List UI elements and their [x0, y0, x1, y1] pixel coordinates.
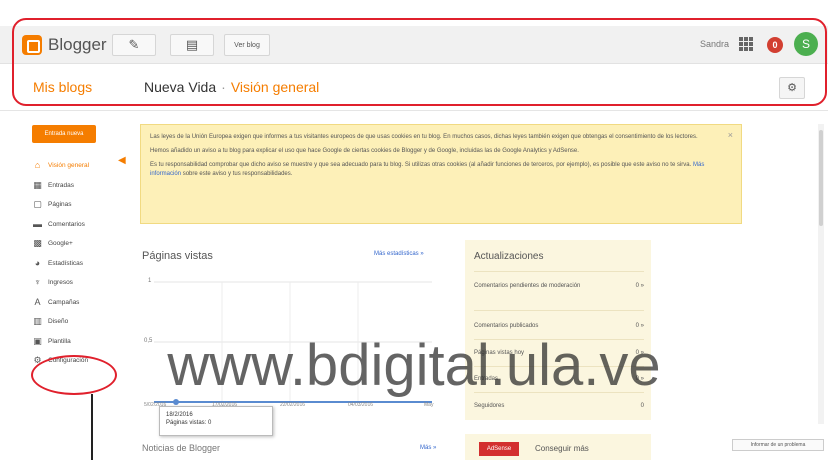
sidebar-item-label: Estadísticas	[48, 259, 84, 267]
sidebar-item-pages[interactable]: ▢ Páginas	[32, 195, 132, 215]
page-title: Visión general	[230, 79, 320, 95]
pencil-icon: ✎	[128, 37, 140, 52]
new-entry-button[interactable]: Entrada nueva	[32, 125, 96, 143]
avatar[interactable]: S	[794, 32, 818, 56]
document-icon: ▤	[185, 37, 199, 52]
new-post-button[interactable]: ✎	[112, 34, 156, 56]
cookie-notice: × Las leyes de la Unión Europea exigen q…	[140, 124, 742, 224]
gear-icon[interactable]: ⚙	[779, 77, 805, 99]
user-name[interactable]: Sandra	[700, 39, 729, 49]
sidebar-item-label: Comentarios	[48, 220, 85, 228]
posts-list-button[interactable]: ▤	[170, 34, 214, 56]
x-tick-label: May	[424, 402, 434, 408]
sidebar-item-google-plus[interactable]: ▩ Google+	[32, 234, 132, 254]
breadcrumb-separator: ·	[221, 79, 226, 95]
chart-tooltip: 18/2/2016 Páginas vistas: 0	[159, 406, 273, 436]
campaigns-icon: A	[34, 296, 41, 307]
updates-title: Actualizaciones	[474, 251, 544, 262]
view-blog-button[interactable]: Ver blog	[224, 34, 270, 56]
updates-row[interactable]: Comentarios pendientes de moderación 0 »	[474, 282, 644, 290]
sidebar-item-label: Entradas	[48, 181, 75, 189]
x-tick-label: 04/03/2016	[348, 402, 374, 408]
sidebar-item-overview[interactable]: ⌂ Visión general	[32, 156, 132, 176]
brand-name[interactable]: Blogger	[48, 35, 107, 55]
annotation-pointer-line	[91, 394, 93, 460]
y-tick-label: 1	[148, 278, 152, 284]
comments-icon: ▬	[33, 218, 42, 229]
page-views-title: Páginas vistas	[142, 250, 213, 262]
sidebar-item-comments[interactable]: ▬ Comentarios	[32, 215, 132, 235]
report-problem-button[interactable]: Informar de un problema	[732, 439, 824, 451]
sidebar-item-label: Diseño	[48, 318, 69, 326]
scrollbar-thumb[interactable]	[819, 130, 823, 226]
blog-header: Mis blogs Nueva Vida · Visión general ⚙	[0, 65, 828, 111]
adsense-logo: AdSense	[479, 442, 519, 456]
blogger-logo-icon[interactable]	[22, 35, 42, 55]
sidebar-item-label: Configuración	[48, 357, 89, 365]
sidebar-item-label: Ingresos	[48, 279, 73, 287]
layout-icon: ▥	[33, 316, 42, 327]
pages-icon: ▢	[33, 199, 42, 210]
breadcrumb: Nueva Vida · Visión general	[144, 79, 319, 95]
sidebar-item-settings[interactable]: ⚙ Configuración	[32, 351, 132, 371]
cookie-notice-paragraph: Las leyes de la Unión Europea exigen que…	[150, 134, 698, 140]
tooltip-value: Páginas vistas: 0	[166, 420, 212, 426]
sidebar-item-earnings[interactable]: ♆ Ingresos	[32, 273, 132, 293]
apps-grid-icon[interactable]	[739, 37, 753, 51]
earn-more-panel: AdSense Conseguir más	[465, 434, 651, 460]
sidebar-item-label: Visión general	[48, 162, 90, 170]
tooltip-date: 18/2/2016	[166, 412, 193, 418]
updates-row[interactable]: Entradas 0 »	[474, 375, 644, 383]
cookie-notice-paragraph: Hemos añadido un aviso a tu blog para ex…	[150, 148, 579, 155]
news-more-link[interactable]: Más »	[420, 445, 436, 451]
google-plus-icon: ▩	[33, 238, 42, 249]
earnings-icon: ♆	[34, 277, 41, 288]
notifications-icon[interactable]: 0	[767, 37, 783, 53]
template-icon: ▣	[33, 335, 42, 346]
divider	[474, 310, 644, 311]
divider	[474, 366, 644, 367]
stats-icon: ◕	[34, 257, 41, 268]
sidebar-item-template[interactable]: ▣ Plantilla	[32, 332, 132, 352]
sidebar-item-layout[interactable]: ▥ Diseño	[32, 312, 132, 332]
close-icon[interactable]: ×	[728, 130, 733, 139]
posts-icon: ▦	[33, 179, 42, 190]
updates-row[interactable]: Páginas vistas hoy 0 »	[474, 349, 644, 357]
x-tick-label: 22/02/2016	[280, 402, 306, 408]
sidebar-item-label: Páginas	[48, 201, 72, 209]
sidebar-item-posts[interactable]: ▦ Entradas	[32, 176, 132, 196]
sidebar-item-label: Google+	[48, 240, 73, 248]
sidebar-item-label: Campañas	[48, 298, 80, 306]
page-views-chart: 1 0,5 5/02/2016 17/02/2016 22/02/2016 04…	[142, 270, 438, 410]
sidebar-item-label: Plantilla	[48, 337, 71, 345]
cookie-notice-paragraph: Es tu responsabilidad comprobar que dich…	[150, 162, 705, 177]
updates-row[interactable]: Comentarios publicados 0 »	[474, 322, 644, 330]
home-icon: ⌂	[34, 160, 41, 171]
blog-name[interactable]: Nueva Vida	[144, 79, 216, 95]
divider	[474, 392, 644, 393]
chart-point	[173, 399, 179, 405]
y-tick-label: 0,5	[144, 338, 153, 344]
chart-canvas	[154, 281, 432, 405]
top-header: Blogger ✎ ▤ Ver blog Sandra 0 S	[0, 26, 828, 64]
scrollbar[interactable]	[818, 124, 824, 424]
sidebar-nav: ⌂ Visión general ▦ Entradas ▢ Páginas ▬ Come…	[32, 156, 132, 371]
sidebar-item-stats[interactable]: ◕ Estadísticas	[32, 254, 132, 274]
updates-row[interactable]: Seguidores 0	[474, 402, 644, 410]
news-section-title: Noticias de Blogger	[142, 443, 221, 453]
divider	[474, 339, 644, 340]
more-stats-link[interactable]: Más estadísticas »	[374, 251, 424, 257]
updates-panel: Actualizaciones Comentarios pendientes d…	[465, 240, 651, 420]
my-blogs-link[interactable]: Mis blogs	[33, 79, 92, 95]
divider	[474, 271, 644, 272]
sidebar-item-campaigns[interactable]: A Campañas	[32, 293, 132, 313]
earn-more-link[interactable]: Conseguir más	[535, 444, 589, 453]
settings-icon: ⚙	[33, 355, 42, 366]
